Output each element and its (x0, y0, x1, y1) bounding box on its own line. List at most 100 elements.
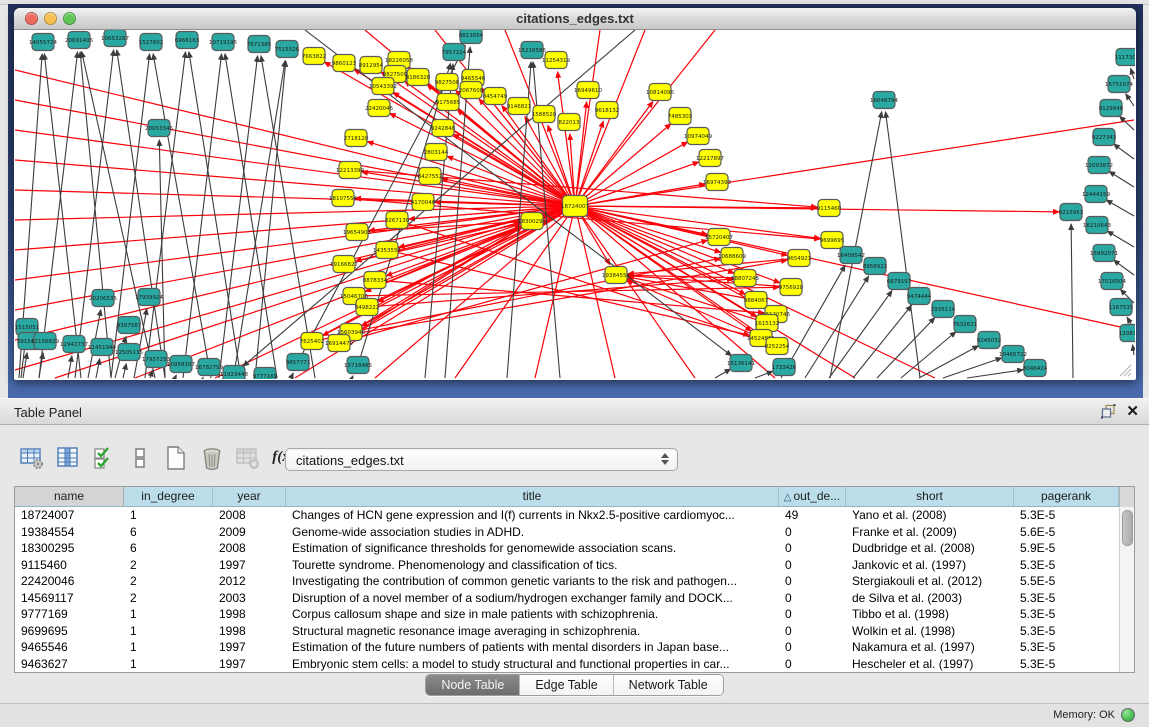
select-all-icon[interactable] (90, 444, 117, 471)
column-header-in-degree[interactable]: in_degree (124, 487, 213, 506)
table-cell[interactable]: Estimation of significance thresholds fo… (286, 540, 779, 557)
table-cell[interactable]: Jankovic et al. (1997) (846, 557, 1014, 574)
new-document-icon[interactable] (162, 444, 189, 471)
table-cell[interactable]: 1997 (213, 557, 286, 574)
table-cell[interactable]: 2012 (213, 573, 286, 590)
table-cell[interactable]: 0 (779, 524, 846, 541)
table-cell[interactable]: Stergiakouli et al. (2012) (846, 573, 1014, 590)
table-cell[interactable]: 5.9E-5 (1014, 540, 1119, 557)
table-cell[interactable]: 9115460 (15, 557, 124, 574)
table-cell[interactable]: Investigating the contribution of common… (286, 573, 779, 590)
table-row[interactable]: 946554611997Estimation of the future num… (15, 639, 1134, 656)
resize-grip[interactable] (1116, 361, 1132, 377)
table-cell[interactable]: Disruption of a novel member of a sodium… (286, 590, 779, 607)
table-cell[interactable]: 0 (779, 557, 846, 574)
float-panel-icon[interactable] (1101, 404, 1116, 419)
network-window[interactable]: citations_edges.txt 14055724206914061065… (14, 8, 1136, 380)
table-cell[interactable]: 19384554 (15, 524, 124, 541)
table-cell[interactable]: 2008 (213, 507, 286, 524)
column-header-title[interactable]: title (286, 487, 779, 506)
table-cell[interactable]: 1997 (213, 639, 286, 656)
table-cell[interactable]: 0 (779, 540, 846, 557)
table-cell[interactable]: 2 (124, 557, 213, 574)
table-cell[interactable]: 1 (124, 656, 213, 673)
rows-icon[interactable] (126, 444, 153, 471)
table-cell[interactable]: 2009 (213, 524, 286, 541)
table-cell[interactable]: 22420046 (15, 573, 124, 590)
table-row[interactable]: 1830029562008Estimation of significance … (15, 540, 1134, 557)
table-cell[interactable]: 18300295 (15, 540, 124, 557)
table-cell[interactable]: 5.3E-5 (1014, 606, 1119, 623)
tab-network-table[interactable]: Network Table (614, 675, 723, 695)
close-panel-icon[interactable]: ✕ (1126, 404, 1139, 419)
table-cell[interactable]: Wolkin et al. (1998) (846, 623, 1014, 640)
table-cell[interactable]: 2 (124, 573, 213, 590)
table-cell[interactable]: 1 (124, 507, 213, 524)
column-header-year[interactable]: year (213, 487, 286, 506)
table-header-row[interactable]: namein_degreeyeartitle△out_de...shortpag… (15, 487, 1134, 507)
table-row[interactable]: 2242004622012Investigating the contribut… (15, 573, 1134, 590)
table-cell[interactable]: Nakamura et al. (1997) (846, 639, 1014, 656)
table-cell[interactable]: 1 (124, 606, 213, 623)
table-cell[interactable]: Genome-wide association studies in ADHD. (286, 524, 779, 541)
memory-status-indicator[interactable] (1121, 708, 1135, 722)
network-view[interactable]: 1405572420691406106532871527602696616310… (15, 30, 1135, 379)
table-cell[interactable]: 5.3E-5 (1014, 557, 1119, 574)
table-cell[interactable]: 1998 (213, 623, 286, 640)
table-cell[interactable]: 5.6E-5 (1014, 524, 1119, 541)
table-settings-icon[interactable] (18, 444, 45, 471)
table-cell[interactable]: Corpus callosum shape and size in male p… (286, 606, 779, 623)
table-row[interactable]: 911546021997Tourette syndrome. Phenomeno… (15, 557, 1134, 574)
table-cell[interactable]: 1 (124, 623, 213, 640)
table-cell[interactable]: 14569117 (15, 590, 124, 607)
table-cell[interactable]: 9465546 (15, 639, 124, 656)
table-row[interactable]: 1872400712008Changes of HCN gene express… (15, 507, 1134, 524)
table-cell[interactable]: 18724007 (15, 507, 124, 524)
table-body[interactable]: 1872400712008Changes of HCN gene express… (15, 507, 1134, 672)
table-cell[interactable]: 2003 (213, 590, 286, 607)
column-header-pagerank[interactable]: pagerank (1014, 487, 1119, 506)
table-cell[interactable]: 5.3E-5 (1014, 639, 1119, 656)
table-cell[interactable]: 49 (779, 507, 846, 524)
table-cell[interactable]: 0 (779, 606, 846, 623)
tab-node-table[interactable]: Node Table (426, 675, 520, 695)
citation-network-graph[interactable]: 1405572420691406106532871527602696616310… (15, 30, 1135, 379)
table-cell[interactable]: Structural magnetic resonance image aver… (286, 623, 779, 640)
table-cell[interactable]: 0 (779, 656, 846, 673)
table-cell[interactable]: Yano et al. (2008) (846, 507, 1014, 524)
scrollbar-thumb[interactable] (1122, 510, 1133, 546)
column-header-out-de-[interactable]: △out_de... (779, 487, 846, 506)
table-cell[interactable]: 5.3E-5 (1014, 590, 1119, 607)
node-table[interactable]: namein_degreeyeartitle△out_de...shortpag… (14, 486, 1135, 673)
table-cell[interactable]: 9699695 (15, 623, 124, 640)
table-cell[interactable]: Tourette syndrome. Phenomenology and cla… (286, 557, 779, 574)
table-cell[interactable]: Changes of HCN gene expression and I(f) … (286, 507, 779, 524)
table-cell[interactable]: 0 (779, 639, 846, 656)
table-cell[interactable]: 0 (779, 590, 846, 607)
table-cell[interactable]: 6 (124, 524, 213, 541)
table-row[interactable]: 977716911998Corpus callosum shape and si… (15, 606, 1134, 623)
table-row[interactable]: 946362711997Embryonic stem cells: a mode… (15, 656, 1134, 673)
table-cell[interactable]: Estimation of the future numbers of pati… (286, 639, 779, 656)
table-cell[interactable]: 5.3E-5 (1014, 623, 1119, 640)
table-cell[interactable]: de Silva et al. (2003) (846, 590, 1014, 607)
table-row[interactable]: 969969511998Structural magnetic resonanc… (15, 623, 1134, 640)
select-columns-icon[interactable] (54, 444, 81, 471)
table-cell[interactable]: 2008 (213, 540, 286, 557)
table-cell[interactable]: 5.5E-5 (1014, 573, 1119, 590)
table-cell[interactable]: 6 (124, 540, 213, 557)
table-row[interactable]: 1456911722003Disruption of a novel membe… (15, 590, 1134, 607)
column-header-short[interactable]: short (846, 487, 1014, 506)
table-cell[interactable]: 5.3E-5 (1014, 656, 1119, 673)
table-cell[interactable]: 0 (779, 573, 846, 590)
table-row[interactable]: 1938455462009Genome-wide association stu… (15, 524, 1134, 541)
table-selector-dropdown[interactable]: citations_edges.txt (285, 448, 678, 471)
table-cell[interactable]: 1 (124, 639, 213, 656)
table-cell[interactable]: 0 (779, 623, 846, 640)
table-cell[interactable]: Hescheler et al. (1997) (846, 656, 1014, 673)
table-cell[interactable]: 9777169 (15, 606, 124, 623)
table-cell[interactable]: Dudbridge et al. (2008) (846, 540, 1014, 557)
table-cell[interactable]: Franke et al. (2009) (846, 524, 1014, 541)
vertical-scrollbar[interactable] (1119, 507, 1134, 672)
table-cell[interactable]: 1998 (213, 606, 286, 623)
